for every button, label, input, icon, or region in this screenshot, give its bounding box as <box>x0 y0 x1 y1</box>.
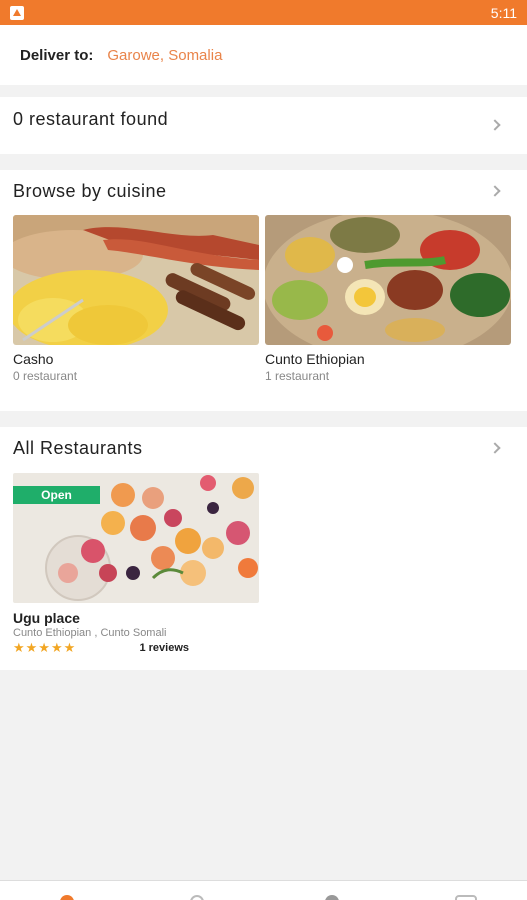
restaurant-cuisines: Cunto Ethiopian , Cunto Somali <box>13 627 167 639</box>
chevron-right-icon[interactable] <box>489 442 501 454</box>
cuisine-tile-ethiopian[interactable]: Cunto Ethiopian 1 restaurant <box>265 215 511 383</box>
all-restaurants-section: All Restaurants Open Ugu place Cunto Eth… <box>0 427 527 670</box>
cuisine-image-ethiopian <box>265 215 511 345</box>
cuisine-name: Casho <box>13 351 54 367</box>
bottom-navigation <box>0 880 527 900</box>
status-time: 5:11 <box>490 4 517 21</box>
cuisine-name: Cunto Ethiopian <box>265 351 365 367</box>
nav-profile-icon[interactable] <box>455 895 477 900</box>
nav-search-icon[interactable] <box>190 895 204 900</box>
star-rating-icon: ★★★★★ <box>13 640 77 655</box>
deliver-label: Deliver to: <box>20 46 94 64</box>
cuisine-tile-casho[interactable]: Casho 0 restaurant <box>13 215 259 383</box>
restaurant-card[interactable]: Open Ugu place Cunto Ethiopian , Cunto S… <box>13 473 259 656</box>
cuisine-image-breakfast <box>13 215 259 345</box>
review-count: 1 reviews <box>139 642 189 654</box>
chevron-right-icon[interactable] <box>489 185 501 197</box>
chevron-right-icon[interactable] <box>489 119 501 131</box>
deliver-location[interactable]: Garowe, Somalia <box>107 47 222 64</box>
restaurants-found-row[interactable]: 0 restaurant found <box>0 97 527 154</box>
nav-orders-icon[interactable] <box>325 895 339 900</box>
restaurant-rating-row: ★★★★★ 1 reviews <box>13 640 189 656</box>
restaurant-name: Ugu place <box>13 610 80 626</box>
deliver-to-bar[interactable]: Deliver to: Garowe, Somalia <box>0 25 527 85</box>
app-notification-icon <box>10 5 24 20</box>
restaurant-image-fruit: Open <box>13 473 259 603</box>
nav-home-icon[interactable] <box>60 895 74 900</box>
open-status-badge: Open <box>13 486 100 504</box>
section-title-cuisine: Browse by cuisine <box>13 181 167 201</box>
restaurants-found-text: 0 restaurant found <box>13 109 169 129</box>
browse-cuisine-section: Browse by cuisine Casho 0 restaurant Cun… <box>0 170 527 411</box>
cuisine-count: 1 restaurant <box>265 369 330 383</box>
status-bar: 5:11 <box>0 0 527 25</box>
cuisine-count: 0 restaurant <box>13 369 78 383</box>
section-title-all-restaurants: All Restaurants <box>13 438 143 458</box>
